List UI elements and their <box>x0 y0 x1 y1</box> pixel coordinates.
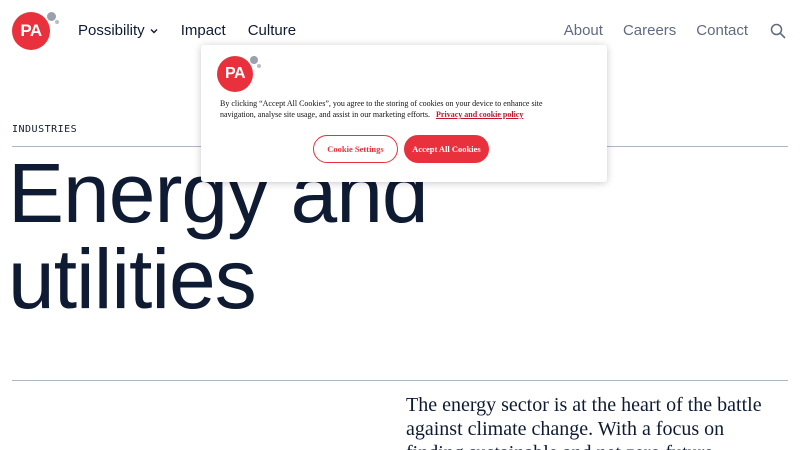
chevron-down-icon <box>150 28 158 33</box>
primary-nav: Possibility Impact Culture <box>78 22 296 39</box>
page-eyebrow: INDUSTRIES <box>12 124 78 135</box>
logo-mark: PA <box>12 12 50 50</box>
cookie-banner-text: By clicking “Accept All Cookies”, you ag… <box>220 98 580 120</box>
logo-dot <box>250 56 258 64</box>
nav-item-label: Possibility <box>78 22 145 39</box>
cookie-banner: PA By clicking “Accept All Cookies”, you… <box>201 45 607 182</box>
logo-dot-small <box>257 64 261 68</box>
nav-item-careers[interactable]: Careers <box>623 22 676 39</box>
nav-item-about[interactable]: About <box>564 22 603 39</box>
accept-all-cookies-button[interactable]: Accept All Cookies <box>404 135 489 163</box>
nav-item-label: Culture <box>247 22 297 39</box>
logo-dot-small <box>55 20 59 24</box>
logo-mark: PA <box>217 56 253 92</box>
secondary-nav: About Careers Contact <box>564 22 786 39</box>
nav-item-label: Impact <box>180 22 226 39</box>
nav-item-culture[interactable]: Culture <box>248 22 296 39</box>
nav-item-impact[interactable]: Impact <box>181 22 226 39</box>
nav-item-possibility[interactable]: Possibility <box>78 22 159 39</box>
nav-item-contact[interactable]: Contact <box>696 22 748 39</box>
search-icon[interactable] <box>770 23 786 39</box>
cookie-banner-logo: PA <box>217 56 261 96</box>
privacy-policy-link[interactable]: Privacy and cookie policy <box>436 110 523 119</box>
cookie-settings-button[interactable]: Cookie Settings <box>313 135 398 163</box>
pa-logo[interactable]: PA <box>12 12 59 52</box>
divider <box>12 380 788 381</box>
intro-paragraph: The energy sector is at the heart of the… <box>406 394 762 450</box>
